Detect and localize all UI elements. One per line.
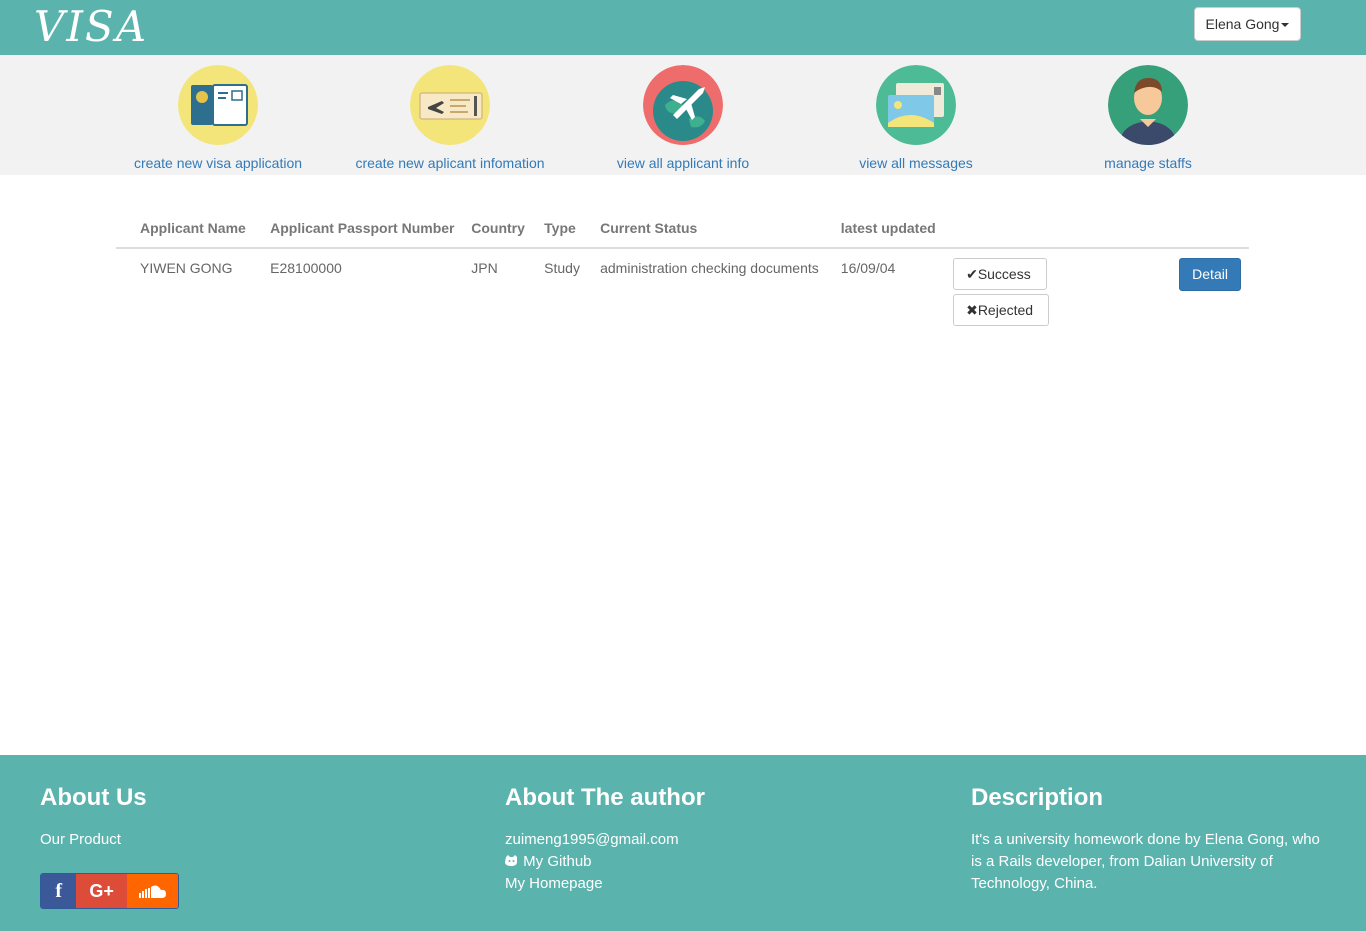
footer-heading-author: About The author <box>505 784 705 811</box>
caret-down-icon <box>1281 23 1290 27</box>
quick-action-label: view all messages <box>859 155 973 171</box>
quick-action-manage-staffs[interactable]: manage staffs <box>1100 65 1196 175</box>
quick-action-create-visa[interactable]: create new visa application <box>129 65 307 175</box>
cell-name: YIWEN GONG <box>140 260 233 276</box>
postcard-icon <box>876 65 956 145</box>
footer-author: About The author zuimeng1995@gmail.com M… <box>505 783 905 895</box>
top-navbar: VISA Elena Gong <box>0 0 1366 55</box>
applications-table-container: Applicant Name Applicant Passport Number… <box>116 210 1249 335</box>
column-header-status: Current Status <box>592 210 833 249</box>
cell-passport: E28100000 <box>270 260 342 276</box>
boarding-pass-icon <box>410 65 490 145</box>
quick-action-view-applicants[interactable]: view all applicant info <box>612 65 754 175</box>
cell-country: JPN <box>471 260 498 276</box>
quick-action-view-messages[interactable]: view all messages <box>856 65 976 175</box>
our-product-link[interactable]: Our Product <box>40 829 340 851</box>
github-label: My Github <box>523 853 592 870</box>
staff-avatar-icon <box>1108 65 1188 145</box>
soundcloud-icon[interactable] <box>126 874 178 908</box>
brand-logo[interactable]: VISA <box>34 2 148 52</box>
column-header-country: Country <box>463 210 537 249</box>
applications-table: Applicant Name Applicant Passport Number… <box>116 210 1249 335</box>
rejected-label: Rejected <box>977 302 1034 318</box>
google-plus-icon[interactable]: G+ <box>76 874 127 908</box>
cell-detail: Detail <box>1171 248 1249 335</box>
x-mark-icon: ✖ <box>966 302 978 318</box>
table-row: YIWEN GONG E28100000 JPN Study administr… <box>116 248 1249 335</box>
column-header-updated: latest updated <box>832 210 946 249</box>
social-buttons: f G+ <box>40 873 179 909</box>
column-header-passport: Applicant Passport Number <box>262 210 464 249</box>
column-header-actions <box>945 210 1172 249</box>
cell-type: Study <box>544 260 580 276</box>
footer-heading-description: Description <box>971 784 1104 811</box>
description-text: It's a university homework done by Elena… <box>971 831 1320 892</box>
footer: About Us Our Product f G+ About The auth… <box>0 755 1366 931</box>
user-menu-label: Elena Gong <box>1205 16 1280 32</box>
github-link[interactable]: My Github <box>505 851 905 873</box>
footer-about-us: About Us Our Product f G+ <box>40 783 340 909</box>
quick-action-create-applicant[interactable]: create new aplicant infomation <box>350 65 550 175</box>
user-menu-button[interactable]: Elena Gong <box>1194 7 1301 41</box>
author-email-link[interactable]: zuimeng1995@gmail.com <box>505 829 905 851</box>
detail-button[interactable]: Detail <box>1179 258 1241 291</box>
quick-actions-bar: create new visa application create new a… <box>0 55 1366 175</box>
cell-actions: ✔Success ✖Rejected <box>945 248 1171 335</box>
column-header-detail <box>1171 210 1249 249</box>
cell-status: administration checking documents <box>600 260 819 276</box>
footer-description: Description It's a university homework d… <box>971 783 1331 895</box>
column-header-type: Type <box>536 210 593 249</box>
homepage-link[interactable]: My Homepage <box>505 873 905 895</box>
footer-heading-about-us: About Us <box>40 784 147 811</box>
github-icon <box>505 851 519 873</box>
quick-action-label: manage staffs <box>1104 155 1192 171</box>
success-button[interactable]: ✔Success <box>953 258 1048 290</box>
column-header-name: Applicant Name <box>116 210 263 249</box>
check-icon: ✔ <box>966 266 978 282</box>
quick-action-label: create new visa application <box>133 155 303 171</box>
rejected-button[interactable]: ✖Rejected <box>953 294 1050 326</box>
table-header-row: Applicant Name Applicant Passport Number… <box>116 210 1249 249</box>
passport-icon <box>178 65 258 145</box>
quick-action-label: view all applicant info <box>616 155 750 171</box>
quick-action-label: create new aplicant infomation <box>355 155 545 171</box>
cell-updated: 16/09/04 <box>840 260 896 276</box>
facebook-icon[interactable]: f <box>41 874 77 908</box>
globe-airplane-icon <box>643 65 723 145</box>
success-label: Success <box>977 266 1031 282</box>
